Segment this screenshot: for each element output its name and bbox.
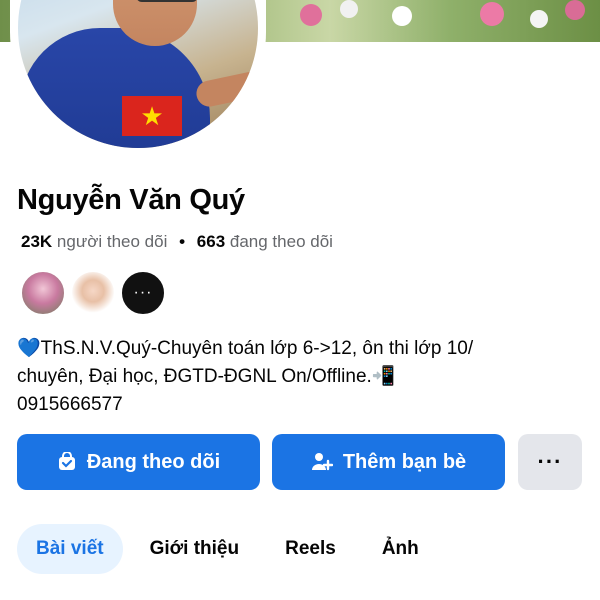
bio-line-2: chuyên, Đại học, ĐGTD-ĐGNL On/Offline. xyxy=(17,366,372,387)
avatar-arm xyxy=(194,69,258,109)
blue-heart-icon: 💙 xyxy=(17,338,41,359)
follow-stats: 23K người theo dõi • 663 đang theo dõi xyxy=(21,232,333,252)
profile-name: Nguyễn Văn Quý xyxy=(17,184,245,216)
tab-reels[interactable]: Reels xyxy=(266,524,355,574)
followers-label[interactable]: người theo dõi xyxy=(57,232,167,251)
tab-about[interactable]: Giới thiệu xyxy=(131,524,259,574)
vietnam-flag-icon: ★ xyxy=(122,96,182,136)
tab-photos[interactable]: Ảnh xyxy=(363,524,438,574)
tab-posts[interactable]: Bài viết xyxy=(17,524,123,574)
following-button[interactable]: Đang theo dõi xyxy=(17,434,260,490)
mutual-friend-avatar[interactable] xyxy=(70,270,116,316)
add-friend-button[interactable]: Thêm bạn bè xyxy=(272,434,505,490)
avatar-glasses xyxy=(136,0,198,2)
follow-bag-icon xyxy=(57,452,77,472)
bio-line-1: ThS.N.V.Quý-Chuyên toán lớp 6->12, ôn th… xyxy=(40,338,474,359)
stats-separator: • xyxy=(179,232,186,251)
more-friends-avatar[interactable]: ··· xyxy=(120,270,166,316)
profile-picture-frame[interactable]: ★ xyxy=(10,0,266,160)
followers-count[interactable]: 23K xyxy=(21,232,52,251)
bio-phone-number[interactable]: 0915666577 xyxy=(17,394,123,415)
following-count[interactable]: 663 xyxy=(197,232,225,251)
following-label[interactable]: đang theo dõi xyxy=(230,232,333,251)
more-dots-icon: ··· xyxy=(537,449,563,474)
mutual-friends-row[interactable]: ··· xyxy=(20,270,170,316)
following-button-label: Đang theo dõi xyxy=(86,450,221,473)
profile-picture[interactable]: ★ xyxy=(18,0,258,148)
add-friend-button-label: Thêm bạn bè xyxy=(342,450,467,473)
profile-tabs: Bài viết Giới thiệu Reels Ảnh xyxy=(17,524,446,574)
profile-bio: 💙ThS.N.V.Quý-Chuyên toán lớp 6->12, ôn t… xyxy=(17,335,587,419)
more-options-button[interactable]: ··· xyxy=(518,434,582,490)
add-person-icon xyxy=(311,452,333,472)
mutual-friend-avatar[interactable] xyxy=(20,270,66,316)
phone-emoji-icon: 📲 xyxy=(371,366,396,387)
